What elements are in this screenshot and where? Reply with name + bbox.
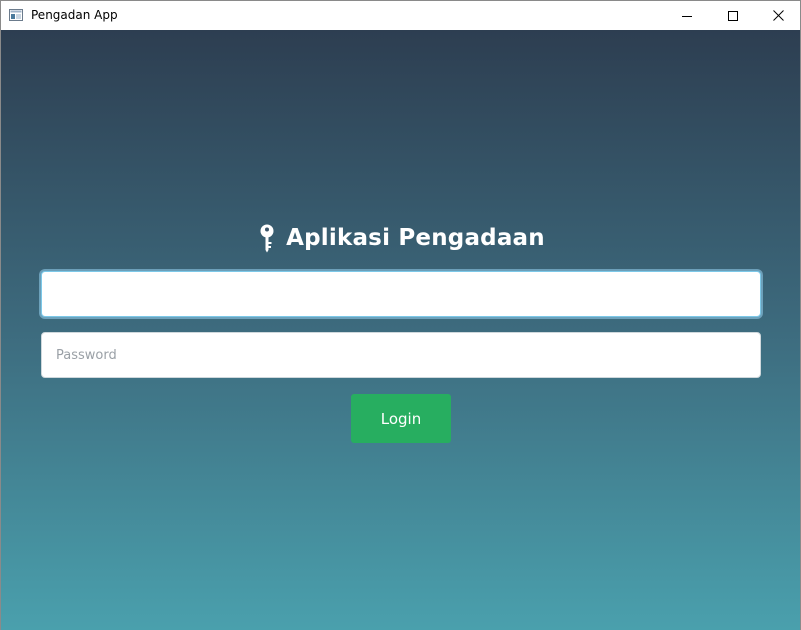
password-input[interactable] <box>41 332 761 378</box>
title-bar[interactable]: Pengadan App <box>1 0 800 30</box>
app-heading: Aplikasi Pengadaan <box>286 225 545 251</box>
maximize-button[interactable] <box>710 1 756 30</box>
login-panel: Aplikasi Pengadaan Login <box>1 30 800 630</box>
login-button[interactable]: Login <box>351 394 451 443</box>
close-icon <box>772 10 784 21</box>
close-button[interactable] <box>755 1 801 30</box>
app-window-icon <box>9 9 23 21</box>
window-title: Pengadan App <box>31 8 118 22</box>
minimize-icon <box>682 15 692 17</box>
app-window: Pengadan App Aplikasi Pengadaan Login <box>0 0 801 630</box>
login-heading: Aplikasi Pengadaan <box>1 220 800 256</box>
maximize-icon <box>728 10 738 21</box>
minimize-button[interactable] <box>664 1 710 30</box>
key-icon <box>260 224 274 253</box>
username-input[interactable] <box>41 271 761 317</box>
